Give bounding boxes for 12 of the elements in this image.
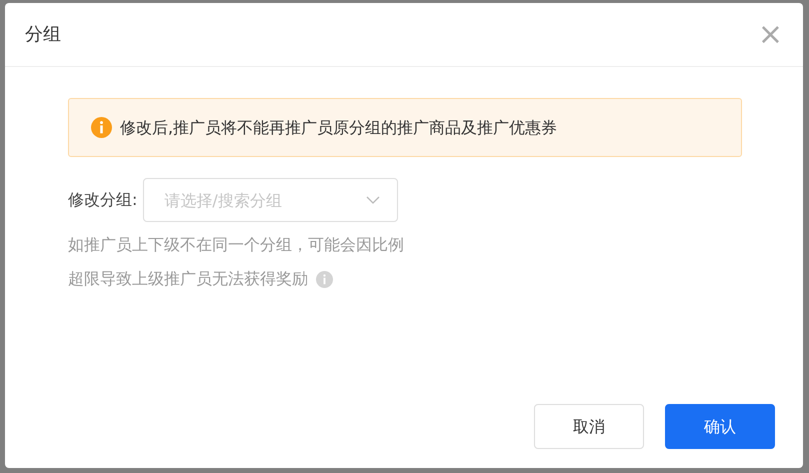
chevron-down-icon — [366, 196, 380, 204]
group-select[interactable]: 请选择/搜索分组 — [143, 178, 398, 222]
confirm-button[interactable]: 确认 — [665, 404, 775, 449]
alert-text: 修改后,推广员将不能再推广员原分组的推广商品及推广优惠券 — [120, 116, 558, 138]
dialog-title: 分组 — [25, 23, 61, 47]
hint-text: 如推广员上下级不在同一个分组，可能会因比例 — [68, 234, 404, 256]
info-icon[interactable] — [316, 270, 333, 288]
hint-text: 超限导致上级推广员无法获得奖励 — [68, 268, 308, 290]
field-label: 修改分组: — [68, 189, 138, 211]
warning-icon — [91, 117, 112, 138]
cancel-button[interactable]: 取消 — [534, 404, 644, 449]
close-button[interactable]: × — [758, 20, 783, 50]
